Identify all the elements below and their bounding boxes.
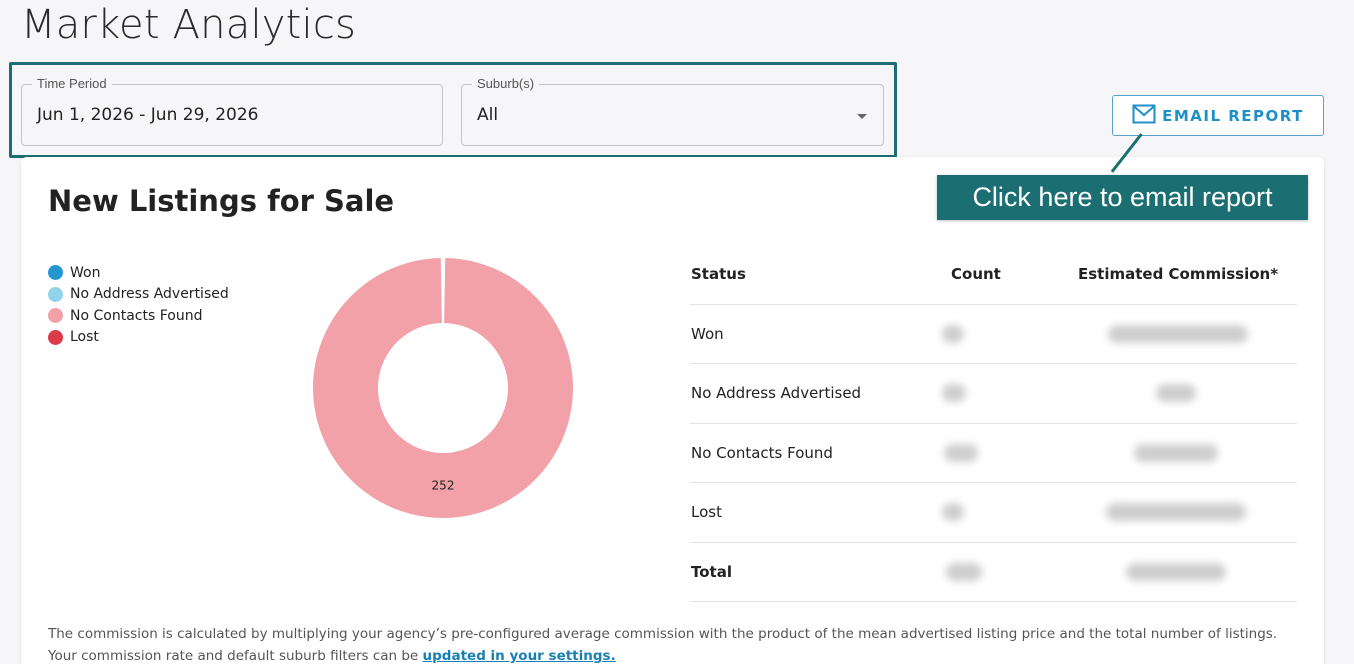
redacted-commission bbox=[1126, 562, 1226, 581]
redacted-count bbox=[942, 324, 964, 343]
legend-dot-no-address bbox=[48, 286, 63, 302]
donut-chart: 252 bbox=[313, 258, 573, 518]
chart-legend: Won No Address Advertised No Contacts Fo… bbox=[48, 262, 229, 348]
legend-label-won: Won bbox=[70, 264, 101, 281]
legend-item-won: Won bbox=[48, 262, 229, 284]
header-status: Status bbox=[691, 265, 746, 284]
donut-slice-value-label: 252 bbox=[432, 479, 455, 493]
legend-dot-won bbox=[48, 265, 63, 281]
row-status: Won bbox=[691, 324, 724, 343]
legend-item-no-address: No Address Advertised bbox=[48, 284, 229, 306]
legend-item-no-contacts: No Contacts Found bbox=[48, 305, 229, 327]
time-period-field[interactable]: Time Period Jun 1, 2026 - Jun 29, 2026 bbox=[21, 76, 443, 146]
redacted-commission bbox=[1134, 443, 1218, 462]
suburbs-select[interactable]: Suburb(s) All bbox=[461, 76, 884, 146]
legend-dot-lost bbox=[48, 329, 63, 345]
row-status: No Address Advertised bbox=[691, 384, 862, 403]
email-report-label: EMAIL REPORT bbox=[1162, 106, 1304, 125]
suburbs-value[interactable]: All bbox=[477, 105, 498, 125]
table-row: Won bbox=[690, 305, 1297, 364]
suburbs-label: Suburb(s) bbox=[472, 76, 540, 91]
table-row: No Address Advertised bbox=[690, 364, 1297, 424]
email-report-button[interactable]: EMAIL REPORT bbox=[1112, 95, 1324, 136]
redacted-commission bbox=[1108, 324, 1248, 343]
time-period-value[interactable]: Jun 1, 2026 - Jun 29, 2026 bbox=[37, 105, 258, 125]
row-status: Total bbox=[691, 562, 732, 581]
row-status: No Contacts Found bbox=[691, 443, 833, 462]
page-title: Market Analytics bbox=[21, 2, 357, 48]
legend-label-no-contacts: No Contacts Found bbox=[70, 307, 203, 324]
chevron-down-icon[interactable] bbox=[857, 114, 867, 119]
header-commission: Estimated Commission* bbox=[1078, 265, 1279, 284]
redacted-commission bbox=[1156, 384, 1196, 403]
table-row: Lost bbox=[690, 483, 1297, 543]
settings-link[interactable]: updated in your settings. bbox=[423, 648, 616, 664]
redacted-count bbox=[942, 384, 966, 403]
time-period-label: Time Period bbox=[32, 76, 112, 91]
header-count: Count bbox=[951, 265, 1001, 284]
row-status: Lost bbox=[691, 503, 722, 522]
redacted-count bbox=[946, 562, 982, 581]
status-table: Status Count Estimated Commission* Won N… bbox=[690, 245, 1297, 602]
legend-label-lost: Lost bbox=[70, 329, 99, 346]
footnote-line-2-text: Your commission rate and default suburb … bbox=[48, 648, 423, 664]
table-total-row: Total bbox=[690, 543, 1297, 602]
legend-dot-no-contacts bbox=[48, 308, 63, 324]
legend-item-lost: Lost bbox=[48, 327, 229, 349]
card-title: New Listings for Sale bbox=[48, 184, 395, 218]
table-header-row: Status Count Estimated Commission* bbox=[690, 245, 1297, 305]
footnote-line-2: Your commission rate and default suburb … bbox=[48, 645, 1308, 664]
redacted-count bbox=[942, 503, 964, 522]
footnote-line-1: The commission is calculated by multiply… bbox=[48, 626, 1278, 642]
email-report-callout: Click here to email report bbox=[937, 175, 1308, 220]
commission-footnote: The commission is calculated by multiply… bbox=[48, 623, 1308, 664]
redacted-commission bbox=[1106, 503, 1246, 522]
mail-icon bbox=[1132, 104, 1156, 128]
legend-label-no-address: No Address Advertised bbox=[70, 286, 229, 303]
table-row: No Contacts Found bbox=[690, 424, 1297, 483]
redacted-count bbox=[944, 443, 978, 462]
